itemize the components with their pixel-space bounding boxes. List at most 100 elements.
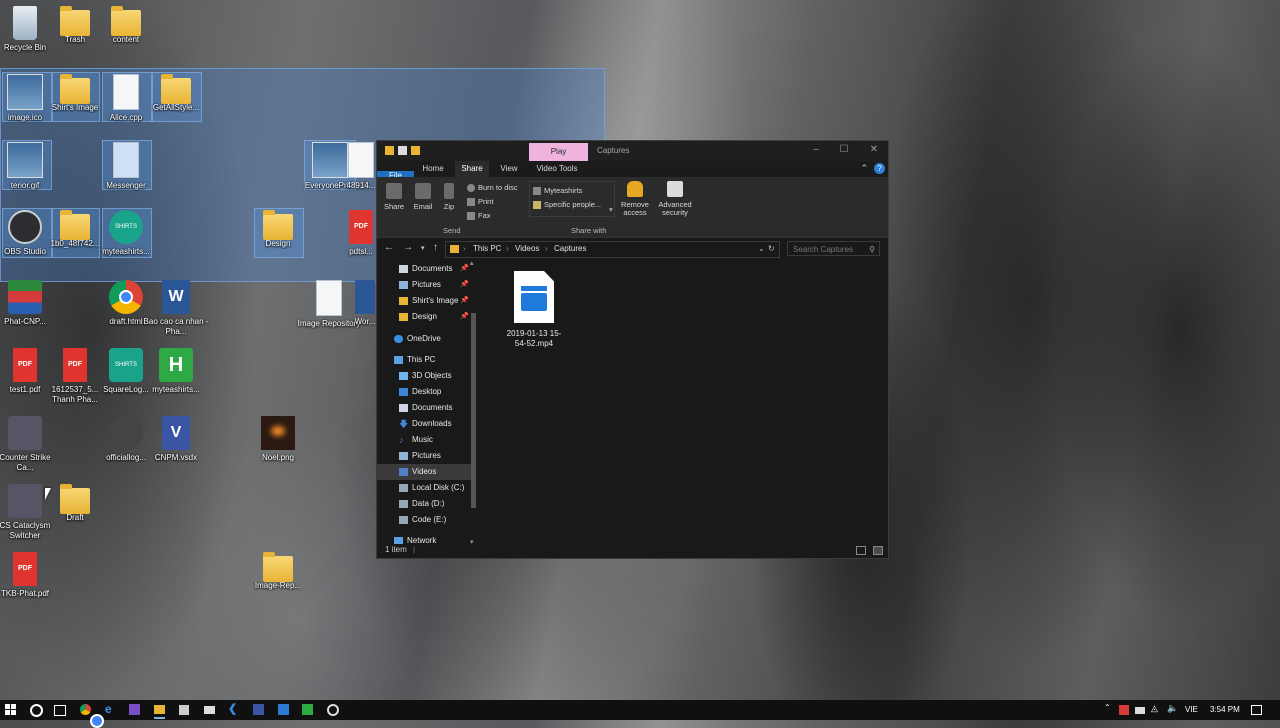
- nav-item-onedrive[interactable]: OneDrive: [377, 331, 475, 347]
- volume-icon[interactable]: 🔈: [1167, 703, 1181, 717]
- h-app-icon[interactable]: [302, 704, 313, 715]
- desktop-icon[interactable]: terior.gif: [0, 142, 58, 191]
- chevron-up-icon[interactable]: ⌃: [860, 163, 868, 174]
- up-arrow-icon[interactable]: ↑: [433, 242, 438, 253]
- share-button[interactable]: Share: [383, 183, 405, 211]
- show-hidden-icons-icon[interactable]: ⌃: [1104, 703, 1111, 712]
- vscode-icon[interactable]: ❮: [228, 702, 242, 716]
- maximize-icon[interactable]: ☐: [837, 144, 851, 155]
- tab-home[interactable]: Home: [417, 161, 449, 177]
- wifi-icon[interactable]: ◬: [1151, 703, 1165, 717]
- nav-item-local-disk-c[interactable]: Local Disk (C:): [377, 480, 475, 496]
- share-with-myteashirts[interactable]: Myteashirts: [533, 186, 582, 195]
- antivirus-tray-icon[interactable]: [1119, 705, 1129, 715]
- battery-icon[interactable]: [1135, 707, 1145, 714]
- forward-arrow-icon[interactable]: →: [403, 242, 413, 253]
- nav-item-videos[interactable]: Videos: [377, 464, 475, 480]
- nav-item-data-d[interactable]: Data (D:): [377, 496, 475, 512]
- tab-video-tools[interactable]: Video Tools: [531, 161, 583, 177]
- desktop-icon[interactable]: Draft: [42, 484, 108, 523]
- address-dropdown-icon[interactable]: ⌄: [758, 244, 765, 253]
- start-button[interactable]: [5, 704, 16, 715]
- task-view-icon[interactable]: [54, 705, 66, 716]
- shirt-logo-icon: SHIRTS: [109, 348, 143, 382]
- desktop-icon[interactable]: Hmyteashirts...: [143, 348, 209, 395]
- zip-button[interactable]: Zip: [441, 183, 457, 211]
- clock[interactable]: 3:54 PM: [1210, 705, 1240, 714]
- refresh-icon[interactable]: ↻: [768, 244, 775, 253]
- nav-item-documents[interactable]: Documents: [377, 400, 475, 416]
- desktop-icon[interactable]: Phat-CNP...: [0, 280, 58, 327]
- nav-item-3d-objects[interactable]: 3D Objects: [377, 368, 475, 384]
- nav-item-pictures[interactable]: Pictures: [377, 448, 475, 464]
- visual-studio-icon[interactable]: [129, 704, 140, 715]
- scrollbar-thumb[interactable]: [471, 313, 476, 508]
- desktop-icon[interactable]: Noel.png: [245, 416, 311, 463]
- fax-button[interactable]: Fax: [467, 211, 491, 220]
- email-button[interactable]: Email: [411, 183, 435, 211]
- share-with-specific-people[interactable]: Specific people...: [533, 200, 601, 209]
- breadcrumb-captures[interactable]: Captures: [554, 244, 586, 253]
- search-input[interactable]: Search Captures ⚲: [787, 241, 880, 256]
- notifications-icon[interactable]: [1251, 705, 1262, 715]
- mail-icon[interactable]: [204, 706, 215, 714]
- nav-item-desktop[interactable]: Desktop: [377, 384, 475, 400]
- nav-item-design[interactable]: Design 📌: [377, 309, 475, 325]
- nav-item-pictures-quick[interactable]: Pictures 📌: [377, 277, 475, 293]
- new-folder-icon[interactable]: [411, 146, 420, 155]
- desktop-icon[interactable]: GetAllStyle...: [143, 74, 209, 113]
- nav-item-downloads[interactable]: 🡇 Downloads: [377, 416, 475, 432]
- file-item[interactable]: 2019-01-13 15-54-52.mp4: [502, 271, 566, 349]
- desktop-icon[interactable]: Image-Rep...: [245, 552, 311, 591]
- details-view-icon[interactable]: [856, 546, 866, 555]
- obs-icon[interactable]: [327, 704, 339, 716]
- print-button[interactable]: Print: [467, 197, 493, 206]
- desktop-icon[interactable]: SHIRTS myteashirts...: [93, 210, 159, 257]
- nav-item-shirts-image[interactable]: Shirt's Image 📌: [377, 293, 475, 309]
- contextual-tab-play[interactable]: Play: [529, 143, 588, 161]
- back-arrow-icon[interactable]: ←: [384, 242, 394, 253]
- close-icon[interactable]: ✕: [867, 144, 881, 155]
- burn-to-disc-button[interactable]: Burn to disc: [467, 183, 518, 192]
- chrome-icon[interactable]: [80, 704, 104, 728]
- desktop-icon[interactable]: W Bao cao ca nhan - Pha...: [143, 280, 209, 337]
- search-icon[interactable]: [30, 704, 43, 717]
- desktop-icon[interactable]: content: [93, 6, 159, 45]
- share-with-expand-icon[interactable]: ▾: [609, 205, 613, 214]
- recent-locations-icon[interactable]: ▾: [421, 244, 425, 252]
- desktop-icon[interactable]: Wor...: [352, 280, 378, 327]
- advanced-security-button[interactable]: Advanced security: [655, 181, 695, 217]
- desktop-icon[interactable]: PDF pdtsl...: [343, 210, 379, 257]
- breadcrumb-videos[interactable]: Videos: [515, 244, 539, 253]
- document-icon: [113, 142, 139, 178]
- status-bar: 1 item |: [377, 542, 888, 558]
- properties-icon[interactable]: [398, 146, 407, 155]
- nav-scrollbar[interactable]: ▴ ▾: [469, 259, 477, 546]
- language-indicator[interactable]: VIE: [1185, 705, 1198, 714]
- visio-icon[interactable]: [253, 704, 264, 715]
- desktop-icon[interactable]: Counter Strike Ca...: [0, 416, 58, 473]
- breadcrumb-this-pc[interactable]: This PC: [473, 244, 501, 253]
- large-icons-view-icon[interactable]: [873, 546, 883, 555]
- desktop-icon[interactable]: Design: [245, 210, 311, 249]
- nav-item-code-e[interactable]: Code (E:): [377, 512, 475, 528]
- help-icon[interactable]: ?: [874, 163, 885, 174]
- desktop-icon[interactable]: PDF TKB-Phat.pdf: [0, 552, 58, 599]
- desktop-icon[interactable]: Messenger: [93, 142, 159, 191]
- file-explorer-icon[interactable]: [154, 705, 165, 714]
- tab-view[interactable]: View: [493, 161, 525, 177]
- address-bar[interactable]: › This PC › Videos › Captures ⌄ ↻: [445, 241, 780, 258]
- store-icon[interactable]: [179, 705, 189, 715]
- cs-icon: [8, 416, 42, 450]
- tab-share[interactable]: Share: [455, 161, 489, 177]
- desktop-icon[interactable]: V CNPM.vsdx: [143, 416, 209, 463]
- photos-icon[interactable]: [278, 704, 289, 715]
- nav-item-documents-quick[interactable]: Documents 📌: [377, 261, 475, 277]
- scroll-up-icon[interactable]: ▴: [470, 259, 474, 267]
- nav-item-music[interactable]: ♪ Music: [377, 432, 475, 448]
- remove-access-button[interactable]: Remove access: [617, 181, 653, 217]
- edge-icon[interactable]: e: [105, 702, 119, 716]
- nav-item-this-pc[interactable]: This PC: [377, 352, 475, 368]
- minimize-icon[interactable]: –: [809, 144, 823, 155]
- desktop-icon[interactable]: 48914...: [343, 142, 379, 191]
